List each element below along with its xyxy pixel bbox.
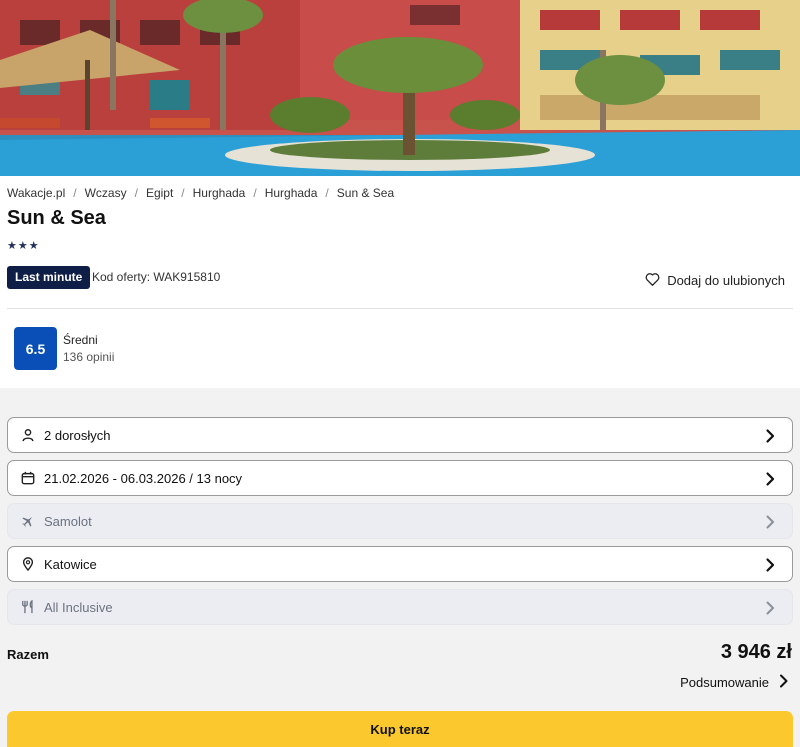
breadcrumb-item: Sun & Sea (336, 186, 395, 200)
reviews-count[interactable]: 136 opinii (63, 350, 114, 364)
rating-label: Średni (63, 333, 98, 347)
departure-selector[interactable]: Katowice (7, 546, 793, 582)
total-label: Razem (7, 647, 49, 662)
chevron-right-icon (762, 471, 778, 487)
chevron-right-icon (762, 514, 778, 530)
summary-label: Podsumowanie (680, 675, 769, 690)
breadcrumb-item[interactable]: Hurghada (265, 186, 318, 200)
chevron-right-icon (762, 428, 778, 444)
airplane-icon (20, 513, 36, 529)
divider (7, 308, 793, 309)
dates-value: 21.02.2026 - 06.03.2026 / 13 nocy (44, 470, 243, 486)
last-minute-badge: Last minute (7, 266, 91, 289)
chevron-right-icon (762, 557, 778, 573)
summary-link[interactable]: Podsumowanie (680, 674, 790, 691)
add-to-favorites-button[interactable]: Dodaj do ulubionych (645, 272, 785, 289)
breadcrumb-item[interactable]: Wakacje.pl (7, 186, 65, 200)
transport-value: Samolot (44, 513, 92, 529)
total-price: 3 946 zł (720, 641, 792, 663)
favorites-label: Dodaj do ulubionych (667, 273, 785, 288)
hero-image (0, 0, 800, 176)
rating-score[interactable]: 6.5 (14, 327, 57, 370)
departure-value: Katowice (44, 556, 97, 572)
buy-now-button[interactable]: Kup teraz (7, 711, 793, 747)
breadcrumb-item[interactable]: Egipt (146, 186, 173, 200)
breadcrumb: Wakacje.pl / Wczasy / Egipt / Hurghada / Hur… (7, 186, 395, 200)
person-icon (20, 427, 36, 443)
star-rating: ★★★ (7, 240, 40, 252)
location-pin-icon (20, 556, 36, 572)
breadcrumb-item[interactable]: Wczasy (85, 186, 127, 200)
cutlery-icon (20, 599, 36, 615)
chevron-right-icon (778, 674, 790, 691)
chevron-right-icon (762, 600, 778, 616)
offer-code: Kod oferty: WAK915810 (92, 270, 221, 284)
calendar-icon (20, 470, 36, 486)
heart-icon (645, 272, 660, 289)
board-value: All Inclusive (44, 599, 113, 615)
breadcrumb-item[interactable]: Hurghada (193, 186, 246, 200)
transport-selector: Samolot (7, 503, 793, 539)
hotel-title: Sun & Sea (7, 207, 106, 229)
dates-selector[interactable]: 21.02.2026 - 06.03.2026 / 13 nocy (7, 460, 793, 496)
travelers-selector[interactable]: 2 dorosłych (7, 417, 793, 453)
offer-header: Wakacje.pl / Wczasy / Egipt / Hurghada / Hur… (0, 176, 800, 388)
board-selector: All Inclusive (7, 589, 793, 625)
travelers-value: 2 dorosłych (44, 427, 111, 443)
